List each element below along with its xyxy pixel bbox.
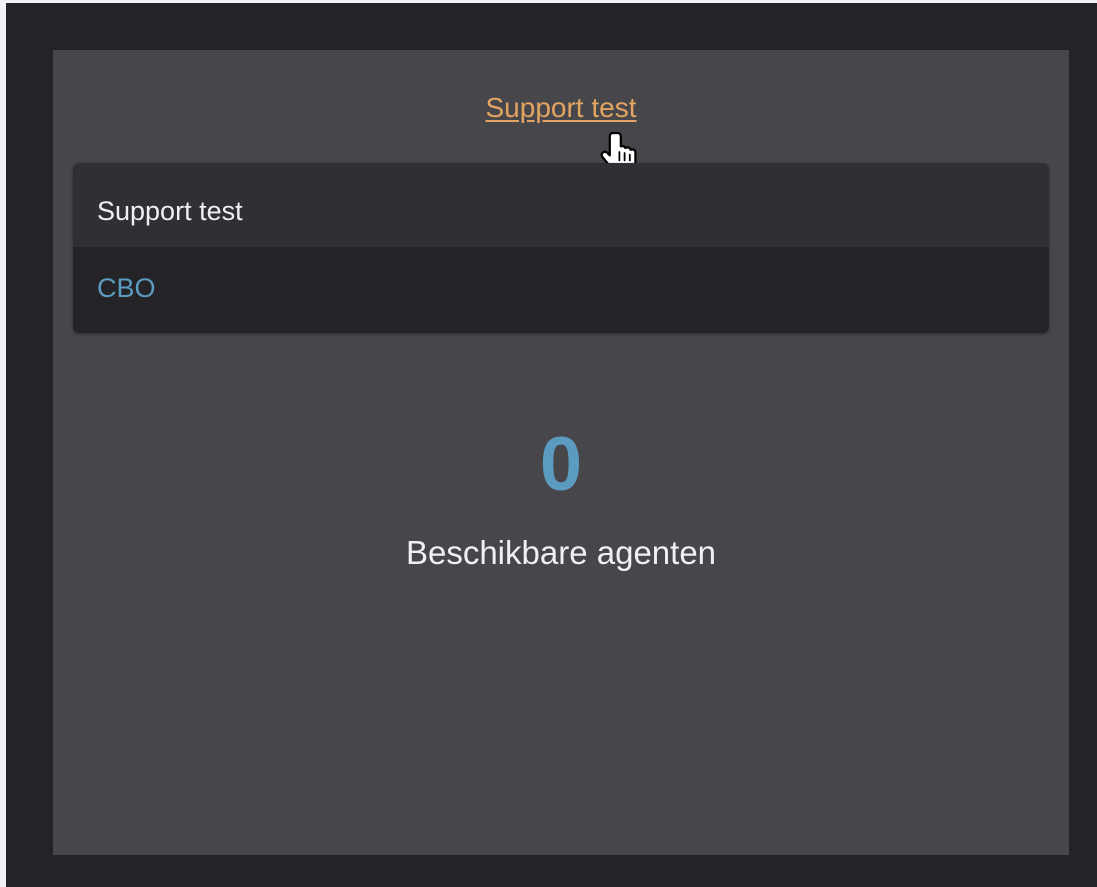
card-subtitle: CBO: [73, 247, 1049, 333]
app-frame: Support test Support test CBO 0 Beschikb…: [6, 3, 1097, 887]
available-agents-count: 0: [539, 422, 583, 507]
available-agents-label: Beschikbare agenten: [405, 534, 717, 571]
queue-card: Support test CBO: [73, 163, 1049, 333]
queue-panel: Support test Support test CBO 0 Beschikb…: [53, 50, 1069, 855]
panel-title: Support test: [53, 89, 1069, 127]
card-title: Support test: [73, 163, 1049, 247]
support-test-link[interactable]: Support test: [486, 92, 637, 123]
